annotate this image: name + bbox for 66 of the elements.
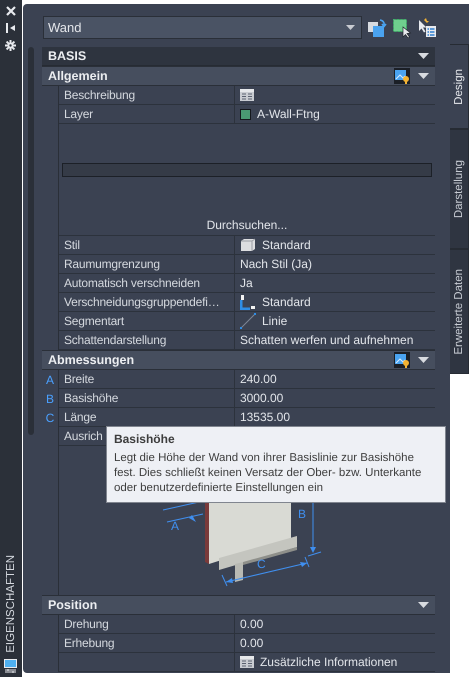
line-icon <box>240 313 256 329</box>
property-label: Segmentart <box>64 314 124 328</box>
group-header[interactable]: Position <box>42 595 435 615</box>
corner-icon <box>240 294 256 310</box>
dimension-label: A <box>170 519 179 533</box>
property-label: Raumumgrenzung <box>64 257 160 271</box>
property-label: Layer <box>64 107 93 121</box>
caret-icon <box>346 25 355 30</box>
tooltip-text: Legt die Höhe der Wand von ihrer Basislinie zur Basishöhe fest. Dies schließt keinen Versatz der Ober- bzw. Unterkante oder benutzerdefinierte Einstellungen ein <box>114 451 422 496</box>
property-value[interactable]: 240.00 <box>240 372 277 386</box>
property-label: Erhebung <box>64 636 114 650</box>
property-label: Drehung <box>64 617 109 631</box>
category-header[interactable]: BASIS <box>42 47 435 66</box>
browse-link[interactable]: Durchsuchen... <box>206 218 288 232</box>
dimension-label: C <box>256 557 266 571</box>
property-value[interactable]: A-Wall-Ftng <box>256 107 320 121</box>
property-value[interactable]: 0.00 <box>240 636 264 650</box>
dimension-marker: B <box>46 392 54 406</box>
property-value[interactable]: Standard <box>262 295 311 309</box>
property-label: Ausrich <box>64 429 103 443</box>
panel-title: EIGENSCHAFTEN <box>4 555 17 653</box>
property-label: Schattendarstellung <box>64 333 166 347</box>
close-icon[interactable] <box>6 6 16 16</box>
property-value[interactable]: Zusätzliche Informationen <box>260 655 398 669</box>
dimension-line <box>162 502 204 522</box>
quick-select-icon[interactable] <box>394 352 410 368</box>
expand-toggle[interactable] <box>418 602 429 608</box>
side-tab[interactable]: Erweiterte Daten <box>450 249 469 374</box>
property-label: Breite <box>64 372 94 386</box>
expand-toggle[interactable] <box>418 52 429 60</box>
tooltip-title: Basishöhe <box>114 432 176 446</box>
side-tab[interactable]: Darstellung <box>450 129 469 249</box>
property-label: Länge <box>64 410 96 424</box>
group-header[interactable]: Abmessungen <box>42 350 435 370</box>
group-header[interactable]: Allgemein <box>42 66 435 86</box>
dimension-marker: A <box>46 372 54 386</box>
block-icon <box>240 238 256 252</box>
property-value[interactable]: 3000.00 <box>240 391 284 405</box>
settings-icon[interactable] <box>5 40 16 51</box>
expand-toggle[interactable] <box>418 356 429 364</box>
cursor-list-icon[interactable] <box>416 18 437 38</box>
property-value[interactable]: Ja <box>240 276 253 290</box>
dimension-label: B <box>298 507 306 521</box>
list-icon <box>240 656 254 668</box>
property-value[interactable]: Nach Stil (Ja) <box>240 257 312 271</box>
list-icon <box>240 89 254 101</box>
property-value[interactable]: Linie <box>262 314 288 328</box>
expand-toggle[interactable] <box>418 72 429 80</box>
property-value[interactable]: Standard <box>262 238 311 252</box>
dimension-marker: C <box>46 410 54 424</box>
pin-icon[interactable] <box>6 23 16 33</box>
property-label: Verschneidungsgruppendefi… <box>64 295 220 309</box>
property-value[interactable]: 0.00 <box>240 617 264 631</box>
property-label: Beschreibung <box>64 88 135 102</box>
copy-arrow-icon[interactable] <box>366 18 387 38</box>
quick-select-icon[interactable] <box>394 68 410 84</box>
properties-icon[interactable] <box>4 659 18 673</box>
property-label: Automatisch verschneiden <box>64 276 200 290</box>
side-tab[interactable]: Design <box>450 44 469 129</box>
object-dropdown[interactable]: Wand <box>42 16 362 39</box>
selection-cursor-icon[interactable] <box>392 18 412 38</box>
property-label: Basishöhe <box>64 391 118 405</box>
property-value[interactable]: Schatten werfen und aufnehmen <box>240 333 414 347</box>
property-value[interactable]: 13535.00 <box>240 410 290 424</box>
scrollbar[interactable] <box>28 47 34 435</box>
property-label: Stil <box>64 238 80 252</box>
